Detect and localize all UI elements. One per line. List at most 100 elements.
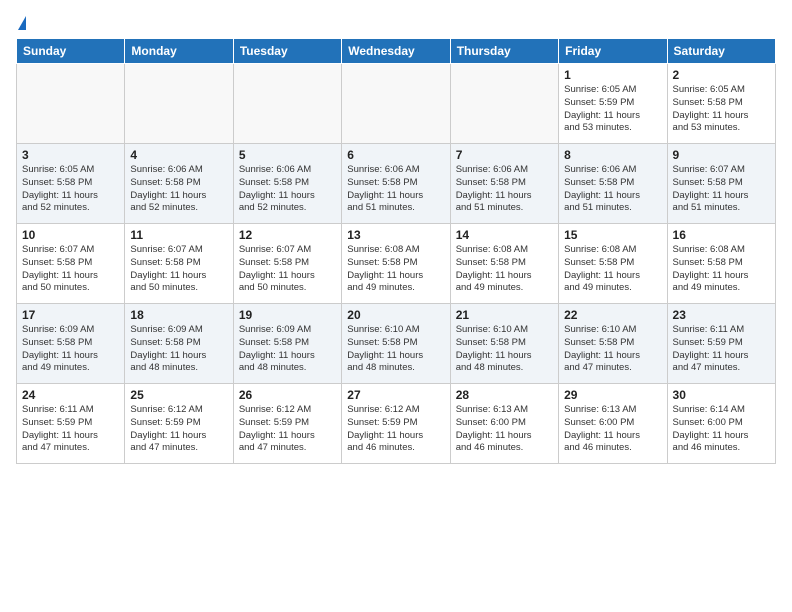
day-info: Sunrise: 6:07 AM Sunset: 5:58 PM Dayligh…: [130, 244, 227, 295]
calendar-cell: 5Sunrise: 6:06 AM Sunset: 5:58 PM Daylig…: [233, 144, 341, 224]
calendar-cell: 9 Sunrise: 6:07 AM Sunset: 5:58 PM Daylig…: [667, 144, 775, 224]
day-number: 24: [22, 388, 119, 402]
day-number: 14: [456, 228, 553, 242]
calendar-cell: 4 Sunrise: 6:06 AM Sunset: 5:58 PM Daylig…: [125, 144, 233, 224]
day-number: 26: [239, 388, 336, 402]
day-number: 17: [22, 308, 119, 322]
day-info: Sunrise: 6:10 AM Sunset: 5:58 PM Dayligh…: [347, 324, 444, 375]
day-number: 7: [456, 148, 553, 162]
calendar-cell: 14 Sunrise: 6:08 AM Sunset: 5:58 PM Dayli…: [450, 224, 558, 304]
calendar-cell: 24 Sunrise: 6:11 AM Sunset: 5:59 PM Dayli…: [17, 384, 125, 464]
day-number: 27: [347, 388, 444, 402]
day-info: Sunrise: 6:05 AM Sunset: 5:58 PM Dayligh…: [22, 164, 119, 215]
calendar-week-row: 3Sunrise: 6:05 AM Sunset: 5:58 PM Daylig…: [17, 144, 776, 224]
weekday-header-saturday: Saturday: [667, 39, 775, 64]
day-info: Sunrise: 6:10 AM Sunset: 5:58 PM Dayligh…: [456, 324, 553, 375]
calendar-cell: [125, 64, 233, 144]
calendar-cell: 19 Sunrise: 6:09 AM Sunset: 5:58 PM Dayli…: [233, 304, 341, 384]
day-info: Sunrise: 6:07 AM Sunset: 5:58 PM Dayligh…: [22, 244, 119, 295]
day-number: 20: [347, 308, 444, 322]
day-info: Sunrise: 6:10 AM Sunset: 5:58 PM Dayligh…: [564, 324, 661, 375]
day-info: Sunrise: 6:08 AM Sunset: 5:58 PM Dayligh…: [347, 244, 444, 295]
day-info: Sunrise: 6:06 AM Sunset: 5:58 PM Dayligh…: [347, 164, 444, 215]
calendar-cell: 8 Sunrise: 6:06 AM Sunset: 5:58 PM Daylig…: [559, 144, 667, 224]
day-info: Sunrise: 6:06 AM Sunset: 5:58 PM Dayligh…: [456, 164, 553, 215]
day-number: 11: [130, 228, 227, 242]
day-number: 25: [130, 388, 227, 402]
day-info: Sunrise: 6:08 AM Sunset: 5:58 PM Dayligh…: [456, 244, 553, 295]
day-info: Sunrise: 6:07 AM Sunset: 5:58 PM Dayligh…: [673, 164, 770, 215]
day-number: 9: [673, 148, 770, 162]
calendar-body: 1 Sunrise: 6:05 AM Sunset: 5:59 PM Daylig…: [17, 64, 776, 464]
calendar-cell: 2Sunrise: 6:05 AM Sunset: 5:58 PM Daylig…: [667, 64, 775, 144]
calendar-cell: 16 Sunrise: 6:08 AM Sunset: 5:58 PM Dayli…: [667, 224, 775, 304]
calendar-cell: 22 Sunrise: 6:10 AM Sunset: 5:58 PM Dayli…: [559, 304, 667, 384]
day-info: Sunrise: 6:11 AM Sunset: 5:59 PM Dayligh…: [22, 404, 119, 455]
day-number: 1: [564, 68, 661, 82]
day-info: Sunrise: 6:09 AM Sunset: 5:58 PM Dayligh…: [130, 324, 227, 375]
day-info: Sunrise: 6:14 AM Sunset: 6:00 PM Dayligh…: [673, 404, 770, 455]
day-info: Sunrise: 6:12 AM Sunset: 5:59 PM Dayligh…: [130, 404, 227, 455]
day-number: 15: [564, 228, 661, 242]
day-number: 21: [456, 308, 553, 322]
calendar-cell: 29 Sunrise: 6:13 AM Sunset: 6:00 PM Dayli…: [559, 384, 667, 464]
calendar-cell: [450, 64, 558, 144]
day-number: 18: [130, 308, 227, 322]
calendar-cell: 18 Sunrise: 6:09 AM Sunset: 5:58 PM Dayli…: [125, 304, 233, 384]
weekday-header-thursday: Thursday: [450, 39, 558, 64]
day-info: Sunrise: 6:09 AM Sunset: 5:58 PM Dayligh…: [239, 324, 336, 375]
weekday-header-tuesday: Tuesday: [233, 39, 341, 64]
day-info: Sunrise: 6:13 AM Sunset: 6:00 PM Dayligh…: [564, 404, 661, 455]
calendar-cell: [233, 64, 341, 144]
calendar-cell: 1 Sunrise: 6:05 AM Sunset: 5:59 PM Daylig…: [559, 64, 667, 144]
day-number: 16: [673, 228, 770, 242]
calendar-cell: 26 Sunrise: 6:12 AM Sunset: 5:59 PM Dayli…: [233, 384, 341, 464]
calendar-cell: 10 Sunrise: 6:07 AM Sunset: 5:58 PM Dayli…: [17, 224, 125, 304]
calendar-cell: [342, 64, 450, 144]
calendar-cell: [17, 64, 125, 144]
day-number: 6: [347, 148, 444, 162]
weekday-header-wednesday: Wednesday: [342, 39, 450, 64]
logo-triangle-icon: [18, 16, 26, 30]
day-number: 8: [564, 148, 661, 162]
calendar-cell: 11 Sunrise: 6:07 AM Sunset: 5:58 PM Dayli…: [125, 224, 233, 304]
calendar-cell: 15Sunrise: 6:08 AM Sunset: 5:58 PM Dayli…: [559, 224, 667, 304]
day-info: Sunrise: 6:05 AM Sunset: 5:58 PM Dayligh…: [673, 84, 770, 135]
day-number: 22: [564, 308, 661, 322]
day-info: Sunrise: 6:12 AM Sunset: 5:59 PM Dayligh…: [239, 404, 336, 455]
calendar-week-row: 24 Sunrise: 6:11 AM Sunset: 5:59 PM Dayli…: [17, 384, 776, 464]
calendar-cell: 21 Sunrise: 6:10 AM Sunset: 5:58 PM Dayli…: [450, 304, 558, 384]
day-number: 4: [130, 148, 227, 162]
calendar-cell: 27Sunrise: 6:12 AM Sunset: 5:59 PM Dayli…: [342, 384, 450, 464]
day-info: Sunrise: 6:07 AM Sunset: 5:58 PM Dayligh…: [239, 244, 336, 295]
day-info: Sunrise: 6:13 AM Sunset: 6:00 PM Dayligh…: [456, 404, 553, 455]
calendar-cell: 6 Sunrise: 6:06 AM Sunset: 5:58 PM Daylig…: [342, 144, 450, 224]
calendar-cell: 7 Sunrise: 6:06 AM Sunset: 5:58 PM Daylig…: [450, 144, 558, 224]
weekday-header-sunday: Sunday: [17, 39, 125, 64]
calendar-week-row: 17 Sunrise: 6:09 AM Sunset: 5:58 PM Dayli…: [17, 304, 776, 384]
calendar-cell: 13 Sunrise: 6:08 AM Sunset: 5:58 PM Dayli…: [342, 224, 450, 304]
calendar-cell: 28 Sunrise: 6:13 AM Sunset: 6:00 PM Dayli…: [450, 384, 558, 464]
day-info: Sunrise: 6:08 AM Sunset: 5:58 PM Dayligh…: [673, 244, 770, 295]
calendar-week-row: 10 Sunrise: 6:07 AM Sunset: 5:58 PM Dayli…: [17, 224, 776, 304]
calendar-table: SundayMondayTuesdayWednesdayThursdayFrid…: [16, 38, 776, 464]
weekday-header-row: SundayMondayTuesdayWednesdayThursdayFrid…: [17, 39, 776, 64]
calendar-week-row: 1 Sunrise: 6:05 AM Sunset: 5:59 PM Daylig…: [17, 64, 776, 144]
day-info: Sunrise: 6:05 AM Sunset: 5:59 PM Dayligh…: [564, 84, 661, 135]
calendar-cell: 23Sunrise: 6:11 AM Sunset: 5:59 PM Dayli…: [667, 304, 775, 384]
day-info: Sunrise: 6:06 AM Sunset: 5:58 PM Dayligh…: [564, 164, 661, 215]
calendar-cell: 12Sunrise: 6:07 AM Sunset: 5:58 PM Dayli…: [233, 224, 341, 304]
weekday-header-monday: Monday: [125, 39, 233, 64]
calendar-cell: 25 Sunrise: 6:12 AM Sunset: 5:59 PM Dayli…: [125, 384, 233, 464]
day-info: Sunrise: 6:09 AM Sunset: 5:58 PM Dayligh…: [22, 324, 119, 375]
day-number: 10: [22, 228, 119, 242]
weekday-header-friday: Friday: [559, 39, 667, 64]
day-info: Sunrise: 6:11 AM Sunset: 5:59 PM Dayligh…: [673, 324, 770, 375]
day-info: Sunrise: 6:06 AM Sunset: 5:58 PM Dayligh…: [130, 164, 227, 215]
day-number: 19: [239, 308, 336, 322]
day-number: 28: [456, 388, 553, 402]
day-number: 13: [347, 228, 444, 242]
logo: [16, 16, 26, 30]
day-number: 29: [564, 388, 661, 402]
calendar-cell: 17 Sunrise: 6:09 AM Sunset: 5:58 PM Dayli…: [17, 304, 125, 384]
